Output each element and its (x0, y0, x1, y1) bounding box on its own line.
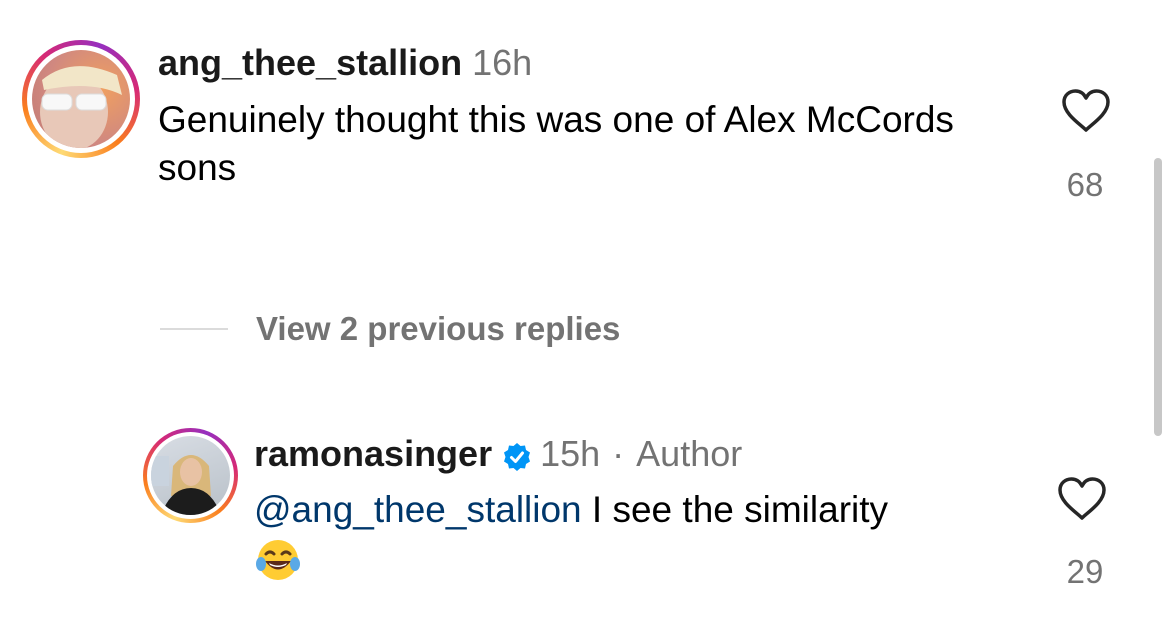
reply-header: ramonasinger 15h · Author (254, 433, 742, 475)
avatar (32, 50, 130, 148)
mention-link[interactable]: @ang_thee_stallion (254, 489, 582, 530)
reply-message: I see the similarity (591, 489, 889, 530)
heart-icon (1062, 89, 1110, 132)
reply-time: 15h (540, 433, 601, 474)
avatar-story-ring[interactable] (143, 428, 238, 523)
comment-time: 16h (472, 42, 533, 83)
scrollbar[interactable] (1154, 158, 1162, 436)
reply-text: @ang_thee_stallion I see the similarity (254, 486, 1054, 584)
avatar-story-ring[interactable] (22, 40, 140, 158)
view-replies-button[interactable]: View 2 previous replies (256, 310, 620, 348)
author-label: Author (636, 433, 743, 474)
comment-header: ang_thee_stallion 16h (158, 42, 532, 84)
reply-username[interactable]: ramonasinger (254, 433, 492, 475)
avatar (151, 436, 230, 515)
like-button[interactable] (1056, 476, 1108, 527)
like-button[interactable] (1060, 88, 1112, 139)
comment-username[interactable]: ang_thee_stallion (158, 42, 462, 84)
like-count: 68 (1066, 166, 1104, 203)
verified-badge-icon (502, 439, 532, 471)
comments-panel: ang_thee_stallion 16h Genuinely thought … (0, 0, 1170, 639)
meta-separator: · (612, 433, 625, 474)
replies-divider (160, 328, 228, 330)
comment-text: Genuinely thought this was one of Alex M… (158, 99, 954, 188)
blonde-woman-avatar-icon (151, 455, 221, 515)
laughing-emoji-icon (254, 536, 302, 584)
sunglasses-woman-avatar-icon (40, 66, 122, 148)
heart-icon (1058, 477, 1106, 520)
like-count: 29 (1066, 553, 1104, 590)
